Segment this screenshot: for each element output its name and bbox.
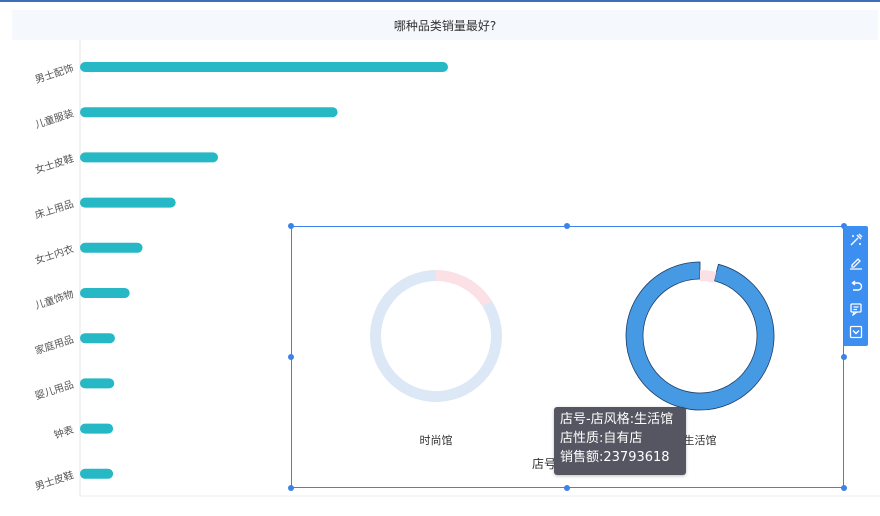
bar[interactable] xyxy=(80,107,338,118)
bar[interactable] xyxy=(80,288,130,298)
tooltip-line-category: 店号-店风格:生活馆 xyxy=(560,412,674,427)
donut-label: 时尚馆 xyxy=(420,433,453,447)
magic-edit-icon[interactable] xyxy=(847,231,865,249)
resize-handle-bl[interactable] xyxy=(288,485,294,491)
undo-icon[interactable] xyxy=(847,277,865,295)
top-border xyxy=(0,0,880,2)
chart-title-bar: 哪种品类销量最好? xyxy=(12,10,878,40)
bar[interactable] xyxy=(80,242,143,253)
donut-slice[interactable] xyxy=(625,261,775,411)
bar[interactable] xyxy=(80,468,114,479)
pencil-icon[interactable] xyxy=(847,254,865,272)
resize-handle-mr[interactable] xyxy=(841,354,847,360)
widget-toolbar xyxy=(844,226,868,346)
tooltip-line-sales: 销售额:23793618 xyxy=(560,450,670,465)
category-label: 女士内衣 xyxy=(33,242,75,267)
donut-slice[interactable] xyxy=(700,270,717,283)
category-label: 儿童饰物 xyxy=(33,287,75,312)
resize-handle-tl[interactable] xyxy=(288,223,294,229)
resize-handle-br[interactable] xyxy=(841,485,847,491)
bar[interactable] xyxy=(80,423,114,434)
bar[interactable] xyxy=(80,197,176,208)
bar[interactable] xyxy=(80,152,218,163)
resize-handle-tm[interactable] xyxy=(564,223,570,229)
tooltip-line-type: 店性质:自有店 xyxy=(560,431,643,446)
category-label: 男士皮鞋 xyxy=(33,468,75,493)
data-tooltip: 店号-店风格:生活馆 店性质:自有店 销售额:23793618 xyxy=(554,407,686,475)
category-label: 婴儿用品 xyxy=(33,379,75,403)
collapse-icon[interactable] xyxy=(847,323,865,341)
resize-handle-bm[interactable] xyxy=(564,485,570,491)
category-label: 男士配饰 xyxy=(33,61,75,86)
category-label: 女士皮鞋 xyxy=(33,152,75,177)
donut-label: 生活馆 xyxy=(684,433,717,447)
donut-slice[interactable] xyxy=(436,270,492,307)
bar[interactable] xyxy=(80,378,115,389)
category-label: 床上用品 xyxy=(33,197,75,222)
resize-handle-ml[interactable] xyxy=(288,354,294,360)
bar[interactable] xyxy=(80,333,115,344)
comment-icon[interactable] xyxy=(847,300,865,318)
bar[interactable] xyxy=(80,62,448,72)
chart-title: 哪种品类销量最好? xyxy=(393,18,497,33)
category-label: 家庭用品 xyxy=(33,332,75,357)
category-label: 钟表 xyxy=(52,423,75,442)
category-label: 儿童服装 xyxy=(33,106,75,131)
partial-legend-label: 店号 xyxy=(532,457,557,471)
